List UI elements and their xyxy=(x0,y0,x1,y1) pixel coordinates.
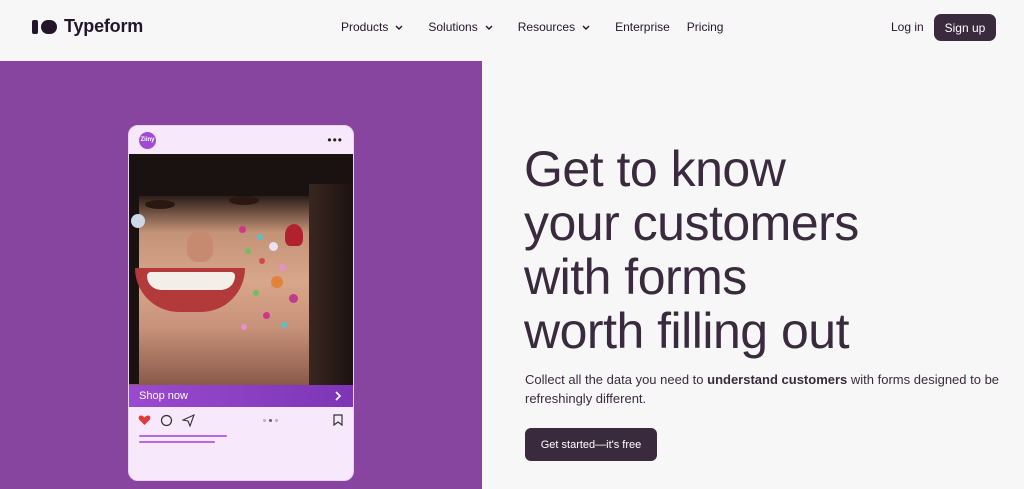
nav-solutions-label: Solutions xyxy=(428,20,478,34)
typeform-logo[interactable]: Typeform xyxy=(32,16,143,37)
shop-now-label: Shop now xyxy=(139,390,188,402)
login-link[interactable]: Log in xyxy=(891,20,924,34)
post-actions xyxy=(129,407,353,433)
chevron-right-icon xyxy=(335,391,342,401)
hero-subtext: Collect all the data you need to underst… xyxy=(525,370,1005,408)
hero-image-panel: Ziiny ••• Shop now xyxy=(0,61,482,489)
site-header: Typeform Products Solutions Resources En… xyxy=(0,0,1024,56)
heart-icon[interactable] xyxy=(137,413,151,427)
send-icon[interactable] xyxy=(181,413,195,427)
nav-products[interactable]: Products xyxy=(341,20,404,34)
nav-enterprise[interactable]: Enterprise xyxy=(615,20,670,34)
shop-now-button[interactable]: Shop now xyxy=(129,385,353,407)
subtext-bold: understand customers xyxy=(707,372,848,387)
logo-text: Typeform xyxy=(64,16,144,36)
bookmark-icon[interactable] xyxy=(331,413,345,427)
headline-line: Get to know xyxy=(524,141,786,197)
avatar: Ziiny xyxy=(139,131,156,149)
nav-resources-label: Resources xyxy=(517,20,576,34)
nav-pricing[interactable]: Pricing xyxy=(687,20,724,34)
chevron-down-icon xyxy=(485,25,493,30)
main-nav: Products Solutions Resources Enterprise … xyxy=(341,20,740,34)
chevron-down-icon xyxy=(395,25,403,30)
nav-products-label: Products xyxy=(341,20,389,34)
signup-button[interactable]: Sign up xyxy=(934,14,996,41)
headline-line: with forms xyxy=(524,249,747,305)
headline-line: worth filling out xyxy=(524,303,850,359)
get-started-button[interactable]: Get started—it's free xyxy=(525,428,657,461)
chevron-down-icon xyxy=(582,25,590,30)
subtext-start: Collect all the data you need to xyxy=(525,372,708,387)
comment-icon[interactable] xyxy=(159,413,173,427)
caption-line xyxy=(139,435,227,437)
headline-line: your customers xyxy=(524,195,859,251)
hero-headline: Get to know your customers with forms wo… xyxy=(524,142,1004,358)
nav-solutions[interactable]: Solutions xyxy=(428,20,493,34)
nav-resources[interactable]: Resources xyxy=(518,20,591,34)
post-photo xyxy=(129,154,353,385)
post-header: Ziiny ••• xyxy=(129,126,353,154)
caption-line xyxy=(139,441,215,443)
typeform-logo-icon xyxy=(32,19,57,34)
carousel-pager xyxy=(263,418,278,422)
social-post-mockup: Ziiny ••• Shop now xyxy=(128,125,354,481)
more-dots-icon: ••• xyxy=(327,133,343,147)
